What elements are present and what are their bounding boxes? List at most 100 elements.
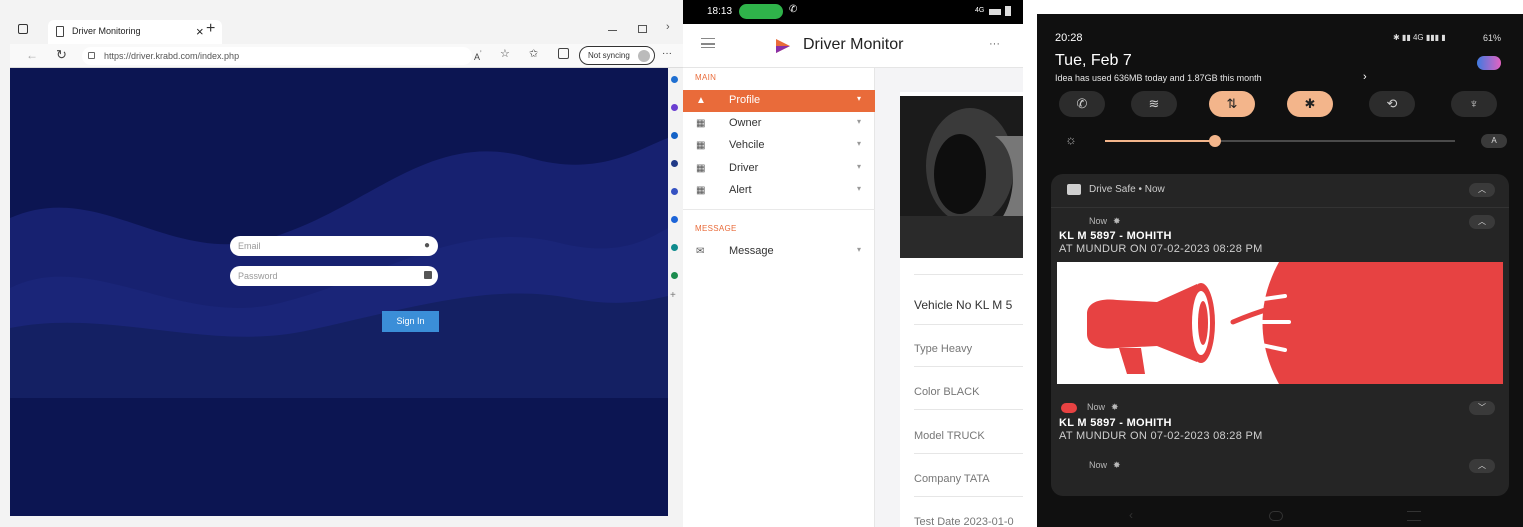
chevron-down-icon: ▾ [857,245,862,254]
tab-driver-monitoring[interactable]: Driver Monitoring × [48,20,222,44]
notif-body: AT MUNDUR ON 07-02-2023 08:28 PM [1059,430,1263,442]
status-time: 20:28 [1055,32,1083,44]
add-favorite-icon[interactable]: ☆ [500,47,510,60]
collapse-button[interactable]: ︿ [1469,215,1495,229]
grid-icon: ▦ [696,163,706,174]
password-placeholder: Password [238,271,278,281]
menu-item-alert[interactable]: ▦ Alert ▾ [683,180,875,202]
phone-web-screen: 18:13 ✆ 4G Driver Monitor ··· MAIN ▲ Pro… [683,0,1023,527]
sidebar-app-icon[interactable] [671,188,678,195]
menu-item-driver[interactable]: ▦ Driver ▾ [683,158,875,180]
wave-background [10,138,668,516]
vehicle-company: Company TATA [914,473,990,485]
menu-label: Owner [729,117,762,129]
menu-label: Message [729,245,774,257]
sidebar-app-icon[interactable] [671,132,678,139]
sidebar-app-icon[interactable] [671,272,678,279]
qs-bluetooth-toggle[interactable]: ✱ [1287,91,1333,117]
menu-item-message[interactable]: ✉ Message ▾ [683,241,875,263]
sidebar-app-icon[interactable] [671,216,678,223]
new-tab-button[interactable]: + [206,20,215,38]
side-menu: MAIN ▲ Profile ▾ ▦ Owner ▾ ▦ Vehcile ▾ ▦… [683,68,875,527]
menu-item-profile[interactable]: ▲ Profile ▾ [683,90,875,112]
notification-card[interactable]: Drive Safe • Now ︿ Now ✸ ︿ KL M 5897 - M… [1051,174,1509,496]
sidebar-app-icon[interactable] [671,160,678,167]
divider [914,366,1023,367]
notif-title: KL M 5897 - MOHITH [1059,230,1172,242]
date-label: Tue, Feb 7 [1055,52,1132,69]
user-icon: ● [424,240,431,251]
menu-item-vehicle[interactable]: ▦ Vehcile ▾ [683,135,875,157]
notif-time: Now [1089,216,1108,226]
sidebar-add-icon[interactable]: + [670,290,676,301]
chevron-down-icon: ▾ [857,162,862,171]
menu-item-owner[interactable]: ▦ Owner ▾ [683,113,875,135]
back-icon[interactable]: ← [26,48,38,62]
sync-label: Not syncing [588,51,630,60]
more-icon[interactable]: ··· [989,38,1000,50]
maximize-icon[interactable] [638,25,647,33]
qs-wifi-toggle[interactable]: ≋ [1131,91,1177,117]
alert-small-icon: ✸ [1113,460,1121,470]
close-window-icon[interactable]: › [666,21,670,33]
data-usage-text[interactable]: Idea has used 636MB today and 1.87GB thi… [1055,73,1262,83]
more-icon[interactable]: ··· [662,48,672,59]
menu-label: Profile [729,94,761,106]
login-page: Email ● Password Sign In [10,68,668,516]
collapse-button[interactable]: ︿ [1469,459,1495,473]
menu-label: Alert [729,184,752,196]
qs-data-toggle[interactable]: ⇅ [1209,91,1255,117]
address-bar: ← ↻ https://driver.krabd.com/index.php A… [10,44,683,68]
sidebar-search-icon[interactable] [671,76,678,83]
app-title: Driver Monitor [803,36,904,53]
read-aloud-icon[interactable]: Aʼ [474,49,482,62]
tab-close-icon[interactable]: × [196,24,204,39]
nav-home-icon[interactable] [1269,511,1283,521]
refresh-icon[interactable]: ↻ [56,47,67,63]
brightness-icon: ☼ [1065,132,1077,147]
nav-back-icon[interactable]: ‹ [1129,508,1133,522]
chevron-right-icon[interactable]: › [1363,71,1367,83]
vehicle-no: Vehicle No KL M 5 [914,298,1013,312]
favorites-icon[interactable]: ✩ [529,47,538,60]
notification-shade: 20:28 ✱ ▮▮ 4G ▮▮▮ ▮ 61% Tue, Feb 7 Idea … [1037,14,1523,527]
divider [914,453,1023,454]
battery-label: 61% [1483,33,1502,43]
brightness-slider[interactable] [1105,135,1455,147]
chevron-down-icon: ▾ [857,117,862,126]
chevron-down-icon: ▾ [857,139,862,148]
call-pill-icon [739,4,783,19]
divider [914,324,1023,325]
qs-rotate-toggle[interactable]: ⟲ [1369,91,1415,117]
brightness-thumb[interactable] [1209,135,1221,147]
email-input[interactable]: Email ● [230,236,438,256]
minimize-icon[interactable] [608,30,617,31]
password-input[interactable]: Password [230,266,438,286]
sidebar-app-icon[interactable] [671,104,678,111]
notif-time: Now [1087,402,1106,412]
lock-icon [88,52,95,59]
tab-actions-icon[interactable] [18,24,28,34]
vehicle-card: Vehicle No KL M 5 Type Heavy Color BLACK… [900,92,1023,527]
qs-flashlight-toggle[interactable]: ♆ [1451,91,1497,117]
profile-photo [900,96,1023,258]
divider [914,409,1023,410]
status-time: 18:13 [707,6,733,17]
auto-brightness-toggle[interactable]: A [1481,134,1507,148]
collections-icon[interactable] [558,48,569,59]
profile-sync-button[interactable]: Not syncing [579,46,655,65]
app-name: Drive Safe • Now [1089,184,1165,195]
lock-icon [424,271,432,279]
url-field[interactable]: https://driver.krabd.com/index.php [82,47,472,65]
sidebar-app-icon[interactable] [671,244,678,251]
sign-in-button[interactable]: Sign In [382,311,439,332]
alert-small-icon: ✸ [1111,402,1119,412]
notif-separator [1051,207,1509,208]
assistant-icon[interactable] [1477,56,1501,70]
collapse-button[interactable]: ︿ [1469,183,1495,197]
qs-call-toggle[interactable]: ✆ [1059,91,1105,117]
app-icon [1067,184,1081,195]
chevron-down-icon: ▾ [857,94,862,103]
expand-button[interactable]: ﹀ [1469,401,1495,415]
nav-recents-icon[interactable] [1407,511,1421,521]
